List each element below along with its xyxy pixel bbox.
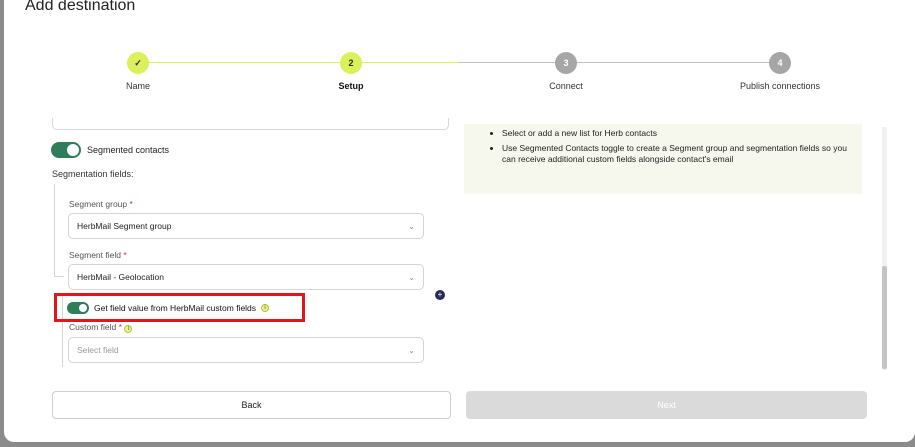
- segment-field-value: HerbMail - Geolocation: [77, 272, 164, 282]
- tree-line-branch: [54, 276, 64, 277]
- setup-scroll-area[interactable]: Segmented contacts Segmentation fields: …: [4, 118, 915, 370]
- info-icon[interactable]: i: [124, 325, 133, 333]
- back-button[interactable]: Back: [52, 391, 451, 419]
- step-name-circle: ✓: [127, 52, 149, 74]
- check-icon: ✓: [134, 57, 142, 68]
- next-button[interactable]: Next: [466, 391, 867, 419]
- step-setup-label: Setup: [338, 81, 364, 91]
- stepper-line-2b: [459, 62, 780, 63]
- help-item: Select or add a new list for Herb contac…: [502, 128, 850, 139]
- add-segment-field-icon[interactable]: +: [435, 290, 445, 300]
- segmented-contacts-toggle[interactable]: [51, 142, 81, 158]
- dialog-title: Add destination: [25, 0, 136, 14]
- step-connect-circle: 3: [555, 52, 577, 74]
- segment-field-label: Segment field *: [69, 250, 127, 260]
- chevron-down-icon: ⌄: [408, 346, 415, 355]
- help-list: Select or add a new list for Herb contac…: [488, 128, 850, 165]
- custom-field-label: Custom field * i: [69, 322, 133, 333]
- segment-group-label: Segment group *: [69, 199, 133, 209]
- segment-group-value: HerbMail Segment group: [77, 221, 172, 231]
- segment-field-select[interactable]: HerbMail - Geolocation ⌄: [68, 264, 424, 290]
- segmented-contacts-label: Segmented contacts: [87, 145, 170, 155]
- info-icon[interactable]: i: [261, 304, 270, 312]
- step-connect-label: Connect: [549, 81, 583, 91]
- custom-fields-toggle-label: Get field value from HerbMail custom fie…: [94, 303, 257, 313]
- help-panel: Select or add a new list for Herb contac…: [464, 124, 862, 194]
- chevron-down-icon: ⌄: [408, 273, 415, 282]
- step-publish-circle: 4: [769, 52, 791, 74]
- tree-line: [54, 184, 55, 277]
- stepper-line-2a: [353, 62, 459, 63]
- custom-field-select[interactable]: Select field ⌄: [68, 337, 424, 363]
- custom-fields-toggle[interactable]: [67, 302, 89, 314]
- segmentation-fields-label: Segmentation fields:: [52, 169, 134, 179]
- scrollbar-thumb[interactable]: [882, 266, 887, 369]
- custom-field-placeholder: Select field: [77, 345, 119, 355]
- chevron-down-icon: ⌄: [408, 222, 415, 231]
- list-select[interactable]: [52, 118, 449, 130]
- help-item: Use Segmented Contacts toggle to create …: [502, 143, 850, 165]
- segmented-contacts-row: Segmented contacts: [51, 142, 169, 158]
- segment-group-select[interactable]: HerbMail Segment group ⌄: [68, 213, 424, 239]
- step-publish-label: Publish connections: [739, 81, 821, 91]
- custom-fields-toggle-row: Get field value from HerbMail custom fie…: [67, 302, 270, 314]
- stepper-line-1: [148, 62, 353, 63]
- step-name-label: Name: [125, 81, 151, 91]
- step-setup-circle: 2: [340, 52, 362, 74]
- add-destination-dialog: Add destination ✓ 2 3 4 Name Setup Conne…: [4, 0, 915, 442]
